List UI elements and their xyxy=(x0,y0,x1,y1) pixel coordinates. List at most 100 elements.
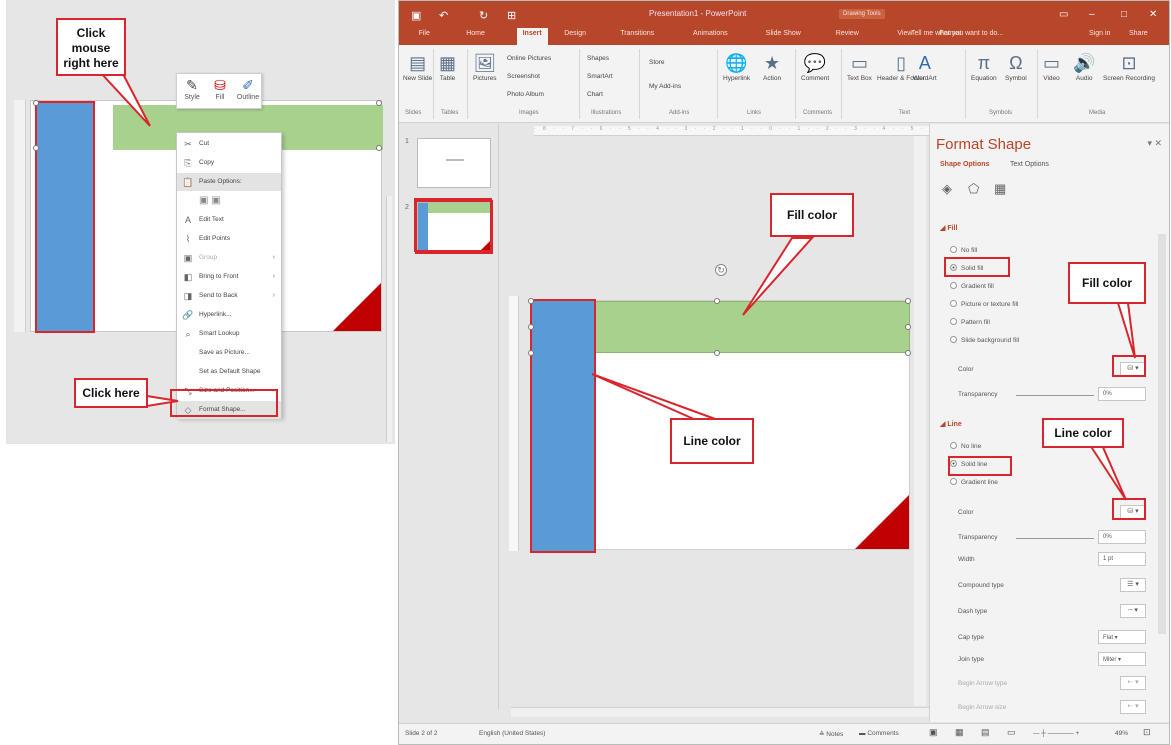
radio-option[interactable]: Gradient line xyxy=(950,478,998,486)
normal-view-icon[interactable]: ▣ xyxy=(929,727,938,738)
screen-recording-button[interactable]: ⊡ Screen Recording xyxy=(1103,51,1155,82)
symbol-button[interactable]: Ω Symbol xyxy=(1005,51,1027,82)
tab-shape-options[interactable]: Shape Options xyxy=(940,161,989,168)
menu-item[interactable]: Set as Default Shape xyxy=(177,363,281,381)
menu-item[interactable]: A Edit Text xyxy=(177,211,281,229)
pane-scrollbar[interactable] xyxy=(1158,234,1166,634)
tab-home[interactable]: Home xyxy=(466,30,485,37)
radio-icon[interactable] xyxy=(950,282,957,289)
menu-item[interactable]: ✂ Cut xyxy=(177,135,281,153)
zoom-level[interactable]: 49% xyxy=(1115,730,1128,737)
tab-slide-show[interactable]: Slide Show xyxy=(766,30,801,37)
join-type-dropdown[interactable]: Miter ▾ xyxy=(1098,652,1146,666)
tell-me-search[interactable]: Tell me what you want to do... xyxy=(911,30,1003,37)
slide-thumbnail-1[interactable] xyxy=(417,138,491,188)
share-button[interactable]: Share xyxy=(1129,30,1148,37)
resize-handle[interactable] xyxy=(905,324,911,330)
resize-handle[interactable] xyxy=(33,145,39,151)
blue-rectangle-shape[interactable] xyxy=(35,101,95,333)
fit-slide-icon[interactable]: ⊡ xyxy=(1143,727,1151,738)
smartart-button[interactable]: SmartArt xyxy=(587,73,613,80)
tab-insert[interactable]: Insert xyxy=(516,28,548,45)
menu-item[interactable]: ⌇ Edit Points xyxy=(177,230,281,248)
maximize-icon[interactable]: □ xyxy=(1121,9,1127,20)
undo-icon[interactable]: ↶ xyxy=(439,9,448,22)
radio-option[interactable]: No line xyxy=(950,442,981,450)
resize-handle[interactable] xyxy=(714,350,720,356)
photo-album-button[interactable]: Photo Album xyxy=(507,91,544,98)
size-properties-icon[interactable]: ▦ xyxy=(994,181,1006,197)
resize-handle[interactable] xyxy=(33,100,39,106)
video-button[interactable]: ▭ Video xyxy=(1043,51,1060,82)
chart-button[interactable]: Chart xyxy=(587,91,603,98)
menu-item[interactable]: ⎘ Copy xyxy=(177,154,281,172)
slideshow-icon[interactable]: ▭ xyxy=(1007,727,1016,738)
audio-button[interactable]: 🔊 Audio xyxy=(1073,51,1095,82)
tab-animations[interactable]: Animations xyxy=(693,30,728,37)
radio-icon[interactable] xyxy=(950,478,957,485)
width-field[interactable]: 1 pt xyxy=(1098,552,1146,566)
effects-icon[interactable]: ⬠ xyxy=(968,181,979,197)
tab-transitions[interactable]: Transitions xyxy=(620,30,654,37)
tab-file[interactable]: File xyxy=(419,30,430,37)
notes-button[interactable]: ≙ Notes xyxy=(819,730,843,738)
presentation-icon[interactable]: ⊞ xyxy=(507,9,516,22)
vertical-scrollbar[interactable] xyxy=(386,196,392,442)
resize-handle[interactable] xyxy=(714,298,720,304)
blue-rectangle-shape[interactable] xyxy=(530,299,596,553)
compound-type-dropdown[interactable]: ☰ ▾ xyxy=(1120,578,1146,592)
radio-icon[interactable] xyxy=(950,246,957,253)
fill-section-header[interactable]: ◢ Fill xyxy=(940,224,957,232)
begin-arrow-size-dropdown[interactable]: ⇠ ▾ xyxy=(1120,700,1146,714)
red-triangle-shape[interactable] xyxy=(855,495,909,549)
new-slide-button[interactable]: ▤ New Slide xyxy=(403,51,432,82)
vertical-scrollbar[interactable] xyxy=(914,136,926,706)
menu-item[interactable]: ⌕ Smart Lookup xyxy=(177,325,281,343)
slide-sorter-icon[interactable]: ▦ xyxy=(955,727,964,738)
tab-review[interactable]: Review xyxy=(836,30,859,37)
menu-item[interactable]: Save as Picture... xyxy=(177,344,281,362)
ribbon-display-icon[interactable]: ▭ xyxy=(1059,9,1068,20)
radio-option[interactable]: Gradient fill xyxy=(950,282,994,290)
wordart-button[interactable]: A WordArt xyxy=(913,51,937,82)
horizontal-scrollbar[interactable] xyxy=(511,707,931,717)
save-icon[interactable]: ▣ xyxy=(411,9,421,22)
fill-transparency-field[interactable]: 0% xyxy=(1098,387,1146,401)
paste-options-icon[interactable]: ▣ ▣ xyxy=(199,192,221,210)
tab-text-options[interactable]: Text Options xyxy=(1010,161,1049,168)
radio-icon[interactable] xyxy=(950,442,957,449)
radio-option[interactable]: No fill xyxy=(950,246,977,254)
tab-design[interactable]: Design xyxy=(564,30,586,37)
red-triangle-shape[interactable] xyxy=(333,283,381,331)
style-button[interactable]: ✎ Style xyxy=(179,76,205,106)
fill-transparency-slider[interactable] xyxy=(1016,395,1094,396)
menu-item[interactable]: 📋 Paste Options: xyxy=(177,173,281,191)
screenshot-button[interactable]: Screenshot xyxy=(507,73,540,80)
resize-handle[interactable] xyxy=(905,298,911,304)
outline-button[interactable]: ✐ Outline xyxy=(235,76,261,106)
equation-button[interactable]: π Equation xyxy=(971,51,997,82)
dash-type-dropdown[interactable]: ┄ ▾ xyxy=(1120,604,1146,618)
zoom-slider[interactable]: — ┼ ———— + xyxy=(1033,730,1079,737)
line-section-header[interactable]: ◢ Line xyxy=(940,420,962,428)
menu-item[interactable]: ▣ Group › xyxy=(177,249,281,267)
fill-line-icon[interactable]: ◈ xyxy=(942,181,952,197)
comments-button[interactable]: ▬ Comments xyxy=(859,730,899,737)
resize-handle[interactable] xyxy=(376,100,382,106)
hyperlink-button[interactable]: 🌐 Hyperlink xyxy=(723,51,750,82)
radio-option[interactable]: Picture or texture fill xyxy=(950,300,1018,308)
radio-option[interactable]: Pattern fill xyxy=(950,318,990,326)
action-button[interactable]: ★ Action xyxy=(763,51,781,82)
begin-arrow-type-dropdown[interactable]: ⇠ ▾ xyxy=(1120,676,1146,690)
green-rectangle-shape[interactable] xyxy=(594,301,910,353)
resize-handle[interactable] xyxy=(528,350,534,356)
pictures-button[interactable]: 🖼 Pictures xyxy=(473,51,496,82)
sign-in-link[interactable]: Sign in xyxy=(1089,30,1110,37)
comment-button[interactable]: 💬 Comment xyxy=(801,51,829,82)
radio-icon[interactable] xyxy=(950,300,957,307)
resize-handle[interactable] xyxy=(528,298,534,304)
rotate-handle-icon[interactable]: ↻ xyxy=(715,264,727,276)
resize-handle[interactable] xyxy=(905,350,911,356)
close-icon[interactable]: ✕ xyxy=(1149,9,1157,20)
line-transparency-field[interactable]: 0% xyxy=(1098,530,1146,544)
